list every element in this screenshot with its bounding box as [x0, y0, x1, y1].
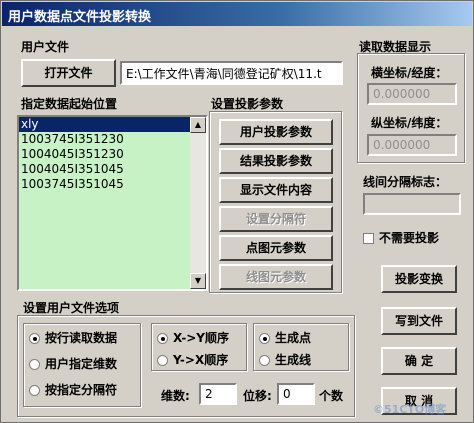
scroll-up-icon[interactable]: ▲ — [190, 117, 206, 133]
project-transform-button[interactable]: 投影变换 — [381, 265, 457, 293]
list-item[interactable]: 1004045I351230 — [19, 147, 206, 162]
dialog-window: 用户数据点文件投影转换 用户文件 打开文件 E:\工作文件\青海\同德登记矿权\… — [0, 0, 474, 423]
list-item[interactable]: 1004045I351045 — [19, 162, 206, 177]
dimension-field[interactable]: 2 — [199, 383, 237, 405]
radio-user-dimension-label: 用户指定维数 — [45, 357, 118, 371]
radio-dot-icon[interactable] — [29, 385, 40, 396]
line-params-button: 线图元参数 — [219, 264, 333, 290]
x-coord-label: 横坐标/经度： — [371, 66, 448, 80]
watermark: ©51CTO博客 — [373, 403, 447, 416]
radio-dot-icon[interactable] — [29, 359, 40, 370]
radio-by-separator[interactable]: 按指定分隔符 — [29, 381, 117, 398]
radio-read-by-line[interactable]: 按行读取数据 — [29, 329, 117, 346]
radio-read-by-line-label: 按行读取数据 — [45, 331, 118, 345]
result-projection-button[interactable]: 结果投影参数 — [219, 148, 333, 174]
file-options-label: 设置用户文件选项 — [23, 301, 120, 315]
start-position-listbox[interactable]: xly 1003745I351230 1004045I351230 1004045I3… — [17, 115, 208, 291]
projection-params-label: 设置投影参数 — [211, 97, 284, 111]
offset-label: 位移: — [243, 389, 272, 403]
scroll-down-icon[interactable]: ▼ — [190, 273, 206, 289]
ok-button[interactable]: 确 定 — [381, 347, 457, 375]
start-position-label: 指定数据起始位置 — [21, 97, 118, 111]
y-coord-field: 0.000000 — [367, 134, 457, 156]
radio-by-separator-label: 按指定分隔符 — [45, 383, 118, 397]
listbox-scrollbar[interactable]: ▲ ▼ — [190, 117, 206, 289]
radio-dot-icon[interactable] — [259, 333, 270, 344]
show-file-content-button[interactable]: 显示文件内容 — [219, 177, 333, 203]
radio-dot-icon[interactable] — [157, 333, 168, 344]
window-title: 用户数据点文件投影转换 — [8, 10, 152, 25]
offset-field[interactable]: 0 — [277, 383, 315, 405]
set-separator-button: 设置分隔符 — [219, 206, 333, 232]
no-projection-checkbox[interactable]: 不需要投影 — [363, 229, 439, 246]
open-file-button[interactable]: 打开文件 — [21, 59, 116, 87]
list-item[interactable]: xly — [19, 117, 206, 132]
file-path-field[interactable]: E:\工作文件\青海\同德登记矿权\11.t — [120, 61, 343, 85]
x-coord-field: 0.000000 — [367, 83, 457, 105]
y-coord-label: 纵坐标/纬度： — [371, 116, 448, 130]
radio-generate-point[interactable]: 生成点 — [259, 329, 311, 346]
count-unit-label: 个数 — [319, 389, 344, 403]
radio-dot-icon[interactable] — [157, 355, 168, 366]
listbox-items: xly 1003745I351230 1004045I351230 1004045I3… — [19, 117, 206, 192]
radio-dot-icon[interactable] — [259, 355, 270, 366]
dimension-label: 维数: — [161, 389, 190, 403]
radio-generate-point-label: 生成点 — [275, 331, 312, 345]
line-separator-field — [363, 193, 461, 215]
title-bar[interactable]: 用户数据点文件投影转换 — [2, 2, 472, 26]
radio-x-to-y-label: X->Y顺序 — [173, 331, 229, 345]
list-item[interactable]: 1003745I351230 — [19, 132, 206, 147]
radio-generate-line[interactable]: 生成线 — [259, 351, 311, 368]
write-to-file-button[interactable]: 写到文件 — [381, 307, 457, 335]
radio-generate-line-label: 生成线 — [275, 353, 312, 367]
user-projection-button[interactable]: 用户投影参数 — [219, 119, 333, 145]
radio-dot-icon[interactable] — [29, 333, 40, 344]
list-item[interactable]: 1003745I351045 — [19, 177, 206, 192]
radio-y-to-x-label: Y->X顺序 — [173, 353, 229, 367]
checkbox-box[interactable] — [363, 233, 374, 244]
radio-user-dimension[interactable]: 用户指定维数 — [29, 355, 117, 372]
point-params-button[interactable]: 点图元参数 — [219, 235, 333, 261]
user-file-label: 用户文件 — [21, 40, 70, 54]
line-separator-label: 线间分隔标志： — [363, 175, 448, 189]
radio-x-to-y[interactable]: X->Y顺序 — [157, 329, 229, 346]
no-projection-label: 不需要投影 — [379, 231, 440, 245]
radio-y-to-x[interactable]: Y->X顺序 — [157, 351, 228, 368]
